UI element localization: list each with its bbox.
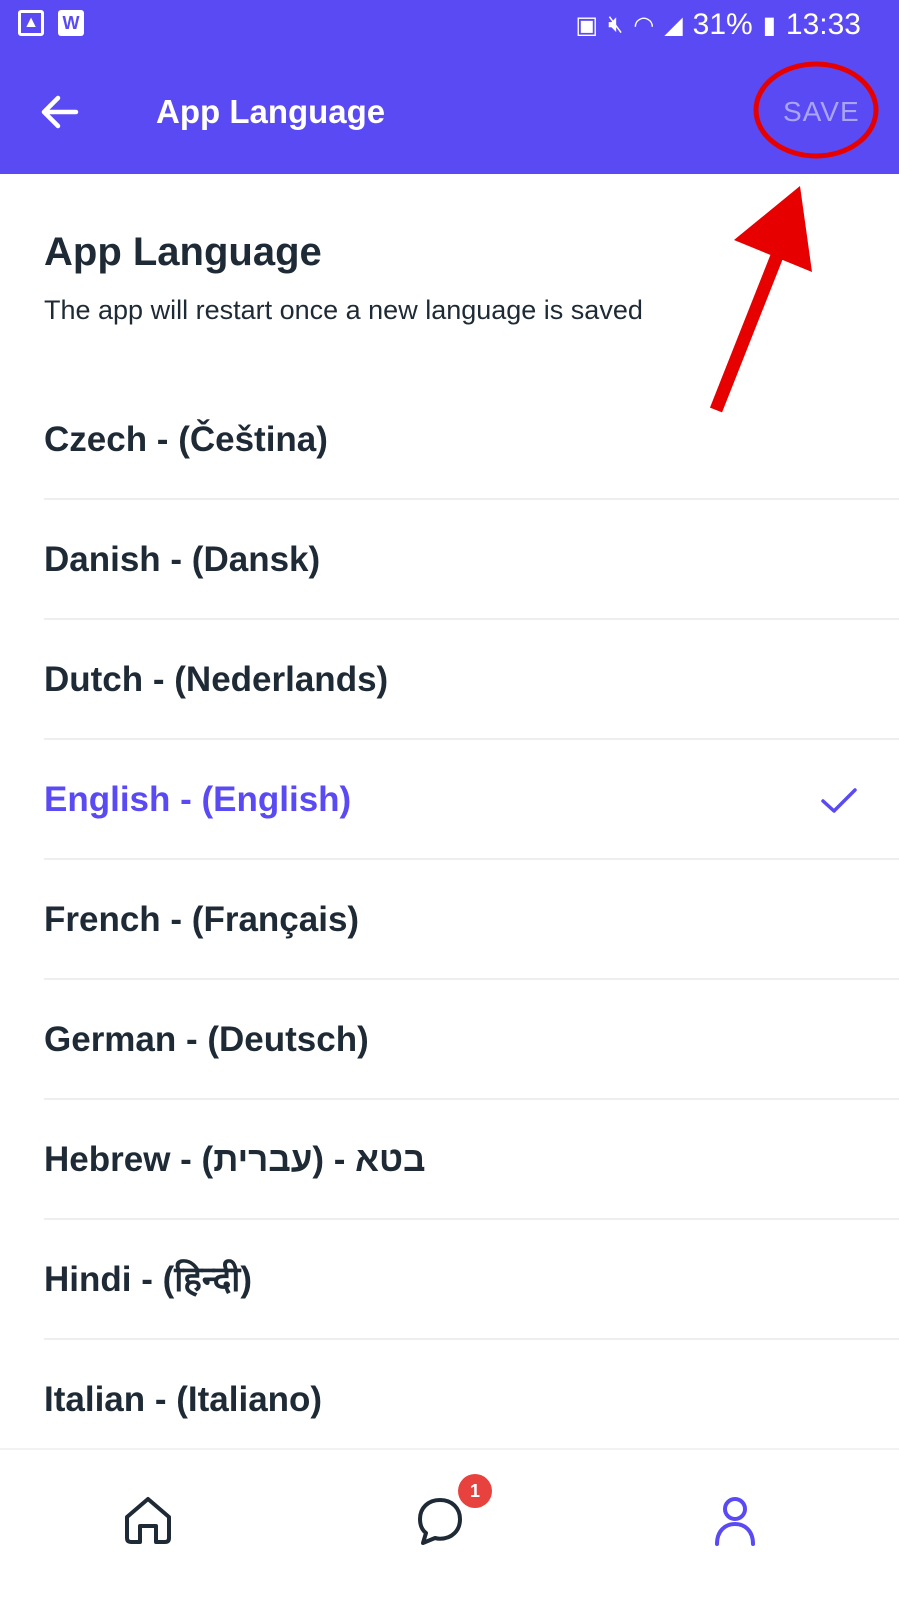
profile-icon[interactable] <box>705 1490 765 1550</box>
language-item-italian[interactable]: Italian - (Italiano) <box>44 1340 899 1460</box>
language-item-czech[interactable]: Czech - (Čeština) <box>44 380 899 500</box>
status-bar: ▲ W ▣ 🔇︎ ◠ ◢ 31% ▮ 13:33 <box>0 0 899 54</box>
language-item-german[interactable]: German - (Deutsch) <box>44 980 899 1100</box>
bottom-navigation <box>0 1448 899 1599</box>
mute-icon: 🔇︎ <box>608 11 624 38</box>
language-label: Czech - (Čeština) <box>44 420 328 459</box>
gallery-notification-icon: ▲ <box>18 10 44 36</box>
language-item-hebrew[interactable]: Hebrew - (עברית) - בטא <box>44 1100 899 1220</box>
language-label: English - (English) <box>44 780 352 819</box>
annotation-arrow-head <box>734 186 812 272</box>
language-label: German - (Deutsch) <box>44 1020 369 1059</box>
chat-badge: 1 <box>458 1474 492 1508</box>
checkmark-icon <box>821 788 857 813</box>
language-label: Dutch - (Nederlands) <box>44 660 389 699</box>
language-item-dutch[interactable]: Dutch - (Nederlands) <box>44 620 899 740</box>
battery-percent: 31% <box>692 8 753 41</box>
language-list: Czech - (Čeština) Danish - (Dansk) Dutch… <box>0 380 899 1460</box>
language-item-hindi[interactable]: Hindi - (हिन्दी) <box>44 1220 899 1340</box>
language-label: Italian - (Italiano) <box>44 1380 323 1419</box>
sim-icon: ▣ <box>575 11 599 39</box>
home-icon[interactable] <box>118 1490 178 1550</box>
language-item-french[interactable]: French - (Français) <box>44 860 899 980</box>
language-label: French - (Français) <box>44 900 360 939</box>
signal-icon: ◢ <box>664 11 683 39</box>
clock: 13:33 <box>785 8 861 41</box>
wifi-icon: ◠ <box>633 11 655 39</box>
save-button[interactable]: SAVE <box>783 94 860 130</box>
app-header: ▲ W ▣ 🔇︎ ◠ ◢ 31% ▮ 13:33 App Language SA… <box>0 0 899 174</box>
word-notification-icon: W <box>58 10 84 36</box>
language-item-english[interactable]: English - (English) <box>44 740 899 860</box>
language-label: Danish - (Dansk) <box>44 540 321 579</box>
language-label: Hebrew - (עברית) - בטא <box>44 1140 426 1179</box>
language-label: Hindi - (हिन्दी) <box>44 1260 253 1299</box>
page-subtitle: The app will restart once a new language… <box>44 295 643 325</box>
language-item-danish[interactable]: Danish - (Dansk) <box>44 500 899 620</box>
app-bar-title: App Language <box>156 93 386 130</box>
battery-icon: ▮ <box>762 11 776 39</box>
back-arrow-icon[interactable] <box>40 92 80 132</box>
page-title: App Language <box>44 230 322 274</box>
